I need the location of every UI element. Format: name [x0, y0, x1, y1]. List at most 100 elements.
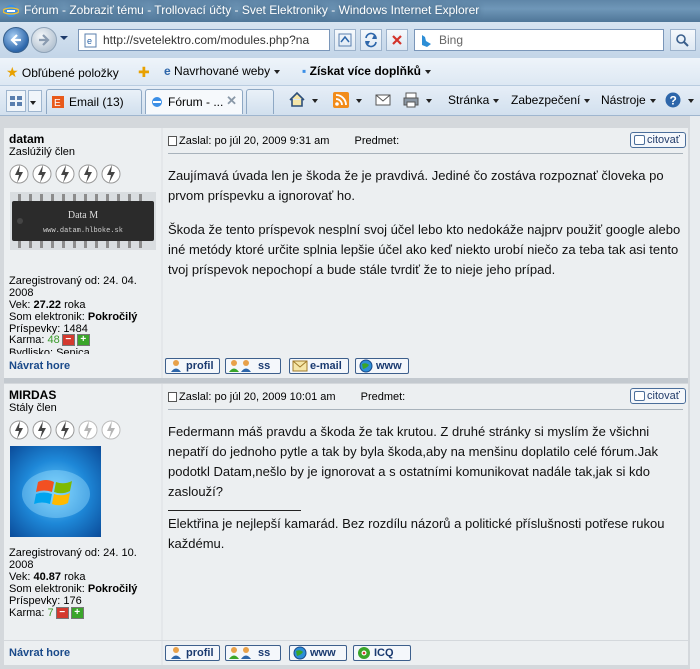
tab-forum-label: Fórum - ... — [168, 95, 224, 109]
registered-date: Zaregistrovaný od: 24. 04. 2008 — [9, 275, 137, 299]
lightning-rank-icon — [55, 164, 75, 184]
bing-icon — [422, 35, 431, 47]
private-message-button[interactable]: ss — [225, 645, 281, 661]
forward-button[interactable] — [31, 27, 57, 53]
page-content: datam Zaslúžilý člen Data M www.datam.hl… — [0, 116, 700, 669]
karma-minus-button[interactable]: − — [61, 334, 75, 347]
refresh-icon — [365, 32, 377, 48]
author-name[interactable]: MIRDAS — [9, 388, 56, 402]
page-menu[interactable]: Stránka — [448, 93, 500, 107]
back-button[interactable] — [3, 27, 29, 53]
lightning-rank-icon — [55, 420, 75, 440]
quote-button[interactable]: citovať — [630, 388, 686, 404]
internet-explorer-icon — [3, 5, 19, 17]
windows-logo-avatar — [10, 446, 101, 537]
lightning-rank-icon-empty — [101, 420, 121, 440]
post-footer: Návrat hore profil ss e-mail www — [4, 354, 688, 378]
website-button[interactable]: www — [289, 645, 347, 661]
window-title: Fórum - Zobraziť tému - Trollovací účty … — [24, 3, 480, 17]
quick-tabs-button[interactable] — [6, 90, 26, 112]
search-placeholder: Bing — [439, 33, 464, 47]
karma-plus-button[interactable]: + — [76, 334, 90, 347]
profile-button[interactable]: profil — [165, 645, 220, 661]
profile-icon — [171, 360, 181, 372]
forward-arrow-icon — [39, 34, 50, 46]
help-icon[interactable]: ? — [664, 91, 682, 109]
lightning-rank-icon-empty — [78, 420, 98, 440]
compatibility-view-button[interactable] — [334, 29, 356, 51]
author-age: Vek: 27.22 roka — [9, 299, 86, 311]
page-menu-label: Stránka — [448, 93, 490, 107]
tab-email[interactable]: E Email (13) — [46, 89, 142, 114]
author-panel: datam Zaslúžilý člen Data M www.datam.hl… — [4, 128, 161, 359]
quick-tabs-icon — [10, 96, 22, 106]
karma-plus-button[interactable]: + — [70, 607, 84, 620]
profile-button[interactable]: profil — [165, 358, 220, 374]
rank-icons — [9, 418, 124, 444]
lightning-rank-icon — [32, 164, 52, 184]
print-icon[interactable] — [402, 91, 420, 109]
stop-icon — [392, 35, 402, 45]
tools-menu[interactable]: Nástroje — [601, 93, 656, 107]
url-field[interactable]: e http://svetelektro.com/modules.php?na — [78, 29, 330, 51]
page-icon: e — [84, 33, 97, 48]
favorites-bar: ★ Obľúbené položky ✚ e Navrhované weby ▪… — [0, 58, 700, 86]
safety-menu[interactable]: Zabezpečení — [511, 93, 591, 107]
author-avatar-chip: Data M www.datam.hlboke.sk — [10, 192, 156, 250]
add-to-favorites-button[interactable]: ✚ — [138, 64, 150, 81]
new-tab-button[interactable] — [246, 89, 274, 114]
author-level: Som elektronik: Pokročilý — [9, 311, 138, 323]
email-tab-icon: E — [52, 96, 64, 109]
tab-forum[interactable]: Fórum - ... ✕ — [145, 89, 243, 114]
refresh-button[interactable] — [360, 29, 382, 51]
quote-label: citovať — [647, 134, 680, 146]
stop-button[interactable] — [386, 29, 408, 51]
website-button[interactable]: www — [355, 358, 409, 374]
home-dropdown-icon[interactable] — [312, 99, 318, 103]
chevron-down-icon — [649, 98, 656, 103]
message-panel: Zaslal: po júl 20, 2009 10:01 am Predmet… — [163, 384, 688, 640]
envelope-icon — [292, 360, 308, 372]
author-post-count: Príspevky: 176 — [9, 595, 82, 607]
search-field[interactable]: Bing — [414, 29, 664, 51]
favorites-button[interactable]: ★ Obľúbené položky — [6, 64, 119, 81]
chevron-down-icon — [584, 98, 591, 103]
safety-menu-label: Zabezpečení — [511, 93, 581, 107]
quote-button[interactable]: citovať — [630, 132, 686, 148]
author-panel: MIRDAS Stály člen Zaregistrovaný od: 24.… — [4, 384, 161, 640]
get-addons-label: Získat více doplňků — [309, 64, 421, 78]
read-mail-icon[interactable] — [374, 91, 392, 109]
registered-date: Zaregistrovaný od: 24. 10. 2008 — [9, 547, 137, 571]
author-age: Vek: 40.87 roka — [9, 571, 86, 583]
forum-post: datam Zaslúžilý člen Data M www.datam.hl… — [4, 128, 688, 359]
tab-list-button[interactable] — [28, 90, 42, 112]
back-to-top-link[interactable]: Návrat hore — [9, 360, 70, 372]
back-to-top-link[interactable]: Návrat hore — [9, 647, 70, 659]
tools-menu-label: Nástroje — [601, 93, 646, 107]
print-dropdown-icon[interactable] — [426, 99, 432, 103]
help-dropdown-icon[interactable] — [688, 99, 694, 103]
karma-minus-button[interactable]: − — [55, 607, 69, 620]
vertical-scrollbar[interactable] — [690, 116, 700, 669]
svg-text:?: ? — [670, 94, 677, 108]
message-panel: Zaslal: po júl 20, 2009 9:31 am Predmet:… — [163, 128, 688, 356]
karma-value: 7 — [47, 607, 54, 619]
private-message-button[interactable]: ss — [225, 358, 281, 374]
suggested-sites-button[interactable]: e Navrhované weby — [164, 64, 281, 78]
icq-button[interactable]: ICQ — [353, 645, 411, 661]
add-favorite-star-icon: ✚ — [138, 64, 150, 80]
recent-pages-dropdown[interactable] — [60, 36, 68, 40]
rss-feeds-icon[interactable] — [332, 91, 350, 109]
get-addons-button[interactable]: ▪ Získat více doplňků — [302, 64, 431, 78]
home-icon[interactable] — [288, 91, 306, 109]
close-tab-icon[interactable]: ✕ — [226, 93, 237, 109]
email-button[interactable]: e-mail — [289, 358, 349, 374]
search-button[interactable] — [670, 29, 696, 51]
quote-label: citovať — [647, 390, 680, 402]
avatar-chip-title: Data M — [68, 210, 98, 221]
feeds-dropdown-icon[interactable] — [356, 99, 362, 103]
suggested-sites-icon: e — [164, 64, 171, 78]
header-separator — [168, 409, 683, 410]
author-name[interactable]: datam — [9, 132, 44, 146]
quote-icon — [634, 391, 645, 401]
